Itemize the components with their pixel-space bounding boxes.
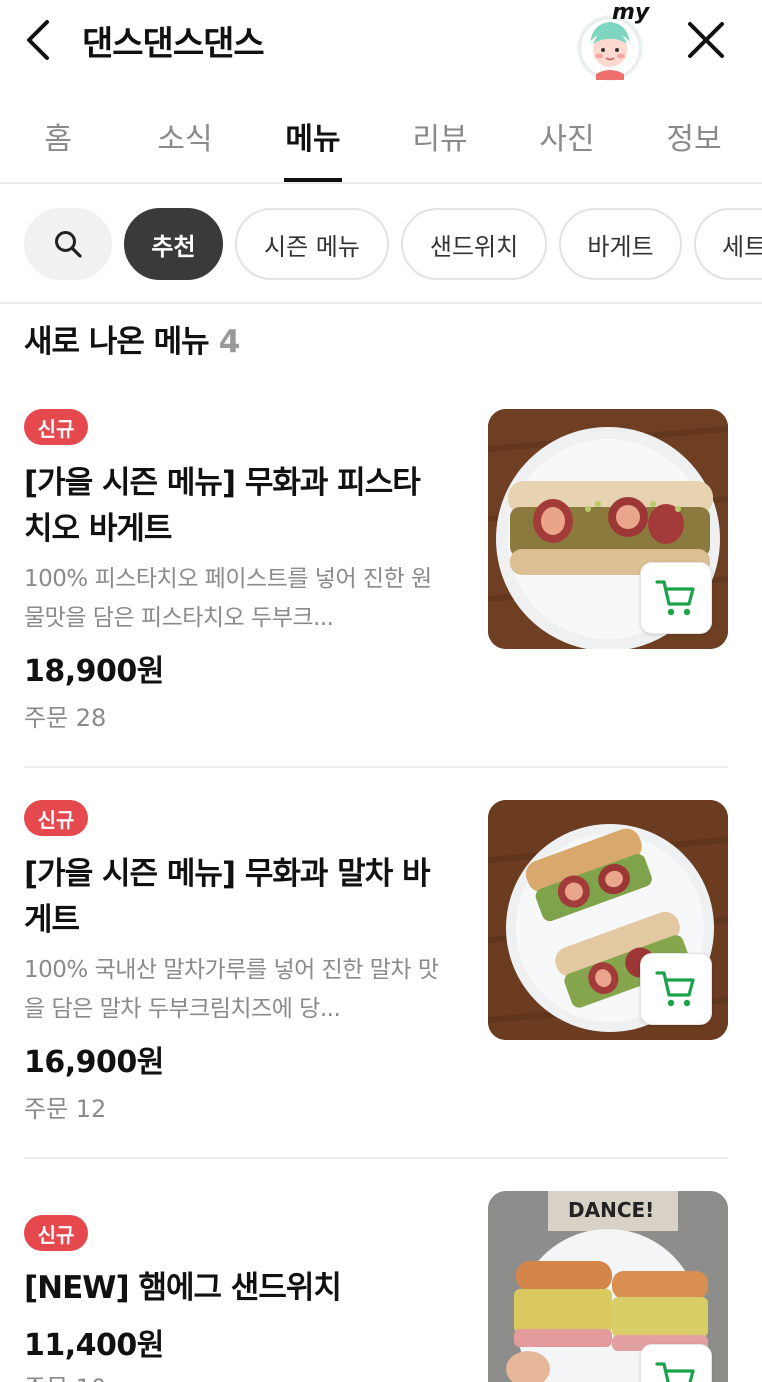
search-icon [55, 231, 82, 258]
menu-item-description: 100% 국내산 말차가루를 넣어 진한 말차 맛을 담은 말차 두부크림치즈에… [24, 957, 439, 1022]
new-badge: 신규 [24, 800, 88, 836]
menu-item-orders: 주문 12 [24, 1095, 107, 1123]
section-count: 4 [218, 324, 241, 360]
item-divider [24, 766, 728, 768]
menu-category-chips: 추천 시즌 메뉴 샌드위치 바게트 세트 [0, 186, 762, 304]
my-avatar-button[interactable]: my [576, 0, 649, 81]
new-badge: 신규 [24, 409, 88, 445]
menu-item-price: 11,400원 [24, 1328, 164, 1363]
cart-icon [655, 971, 695, 1007]
tab-menu[interactable]: 메뉴 [263, 114, 363, 158]
svg-text:DANCE!: DANCE! [568, 1198, 654, 1222]
chevron-left-icon[interactable] [18, 18, 58, 62]
menu-item-name: [가을 시즌 메뉴] 무화과 말차 바게트 [24, 856, 431, 938]
chip-baguette[interactable]: 바게트 [559, 208, 682, 280]
menu-item-name: [가을 시즌 메뉴] 무화과 피스타치오 바게트 [24, 465, 421, 547]
section-title: 새로 나온 메뉴 4 [24, 316, 241, 361]
cart-icon [655, 1362, 695, 1382]
menu-search-button[interactable] [24, 208, 112, 280]
add-to-cart-button[interactable] [640, 1344, 712, 1382]
store-title: 댄스댄스댄스 [82, 24, 265, 64]
menu-item-orders: 주문 28 [24, 704, 107, 732]
store-tabs: 홈 소식 메뉴 리뷰 사진 정보 [0, 100, 762, 184]
section-title-text: 새로 나온 메뉴 [24, 324, 210, 360]
chip-sandwich[interactable]: 샌드위치 [401, 208, 547, 280]
chip-season-menu[interactable]: 시즌 메뉴 [235, 208, 389, 280]
menu-item-orders: 주문 10 [24, 1368, 106, 1382]
menu-item-description: 100% 피스타치오 페이스트를 넣어 진한 원물맛을 담은 피스타치오 두부크… [24, 566, 432, 631]
chip-set[interactable]: 세트 [694, 208, 762, 280]
top-bar: 댄스댄스댄스 my [0, 0, 762, 86]
add-to-cart-button[interactable] [640, 562, 712, 634]
add-to-cart-button[interactable] [640, 953, 712, 1025]
cart-icon [655, 580, 695, 616]
active-tab-indicator [284, 178, 342, 182]
tab-photos[interactable]: 사진 [517, 114, 617, 158]
my-label: my [612, 0, 650, 25]
tab-news[interactable]: 소식 [135, 114, 235, 158]
chip-recommended[interactable]: 추천 [124, 208, 223, 280]
menu-item-price: 18,900원 [24, 654, 164, 689]
menu-item-name: [NEW] 햄에그 샌드위치 [24, 1270, 342, 1306]
tab-home[interactable]: 홈 [8, 114, 108, 158]
tab-info[interactable]: 정보 [644, 114, 744, 158]
menu-item-price: 16,900원 [24, 1045, 164, 1080]
new-badge: 신규 [24, 1215, 88, 1251]
close-icon[interactable] [684, 18, 728, 62]
tab-reviews[interactable]: 리뷰 [390, 114, 490, 158]
item-divider [24, 1157, 728, 1159]
